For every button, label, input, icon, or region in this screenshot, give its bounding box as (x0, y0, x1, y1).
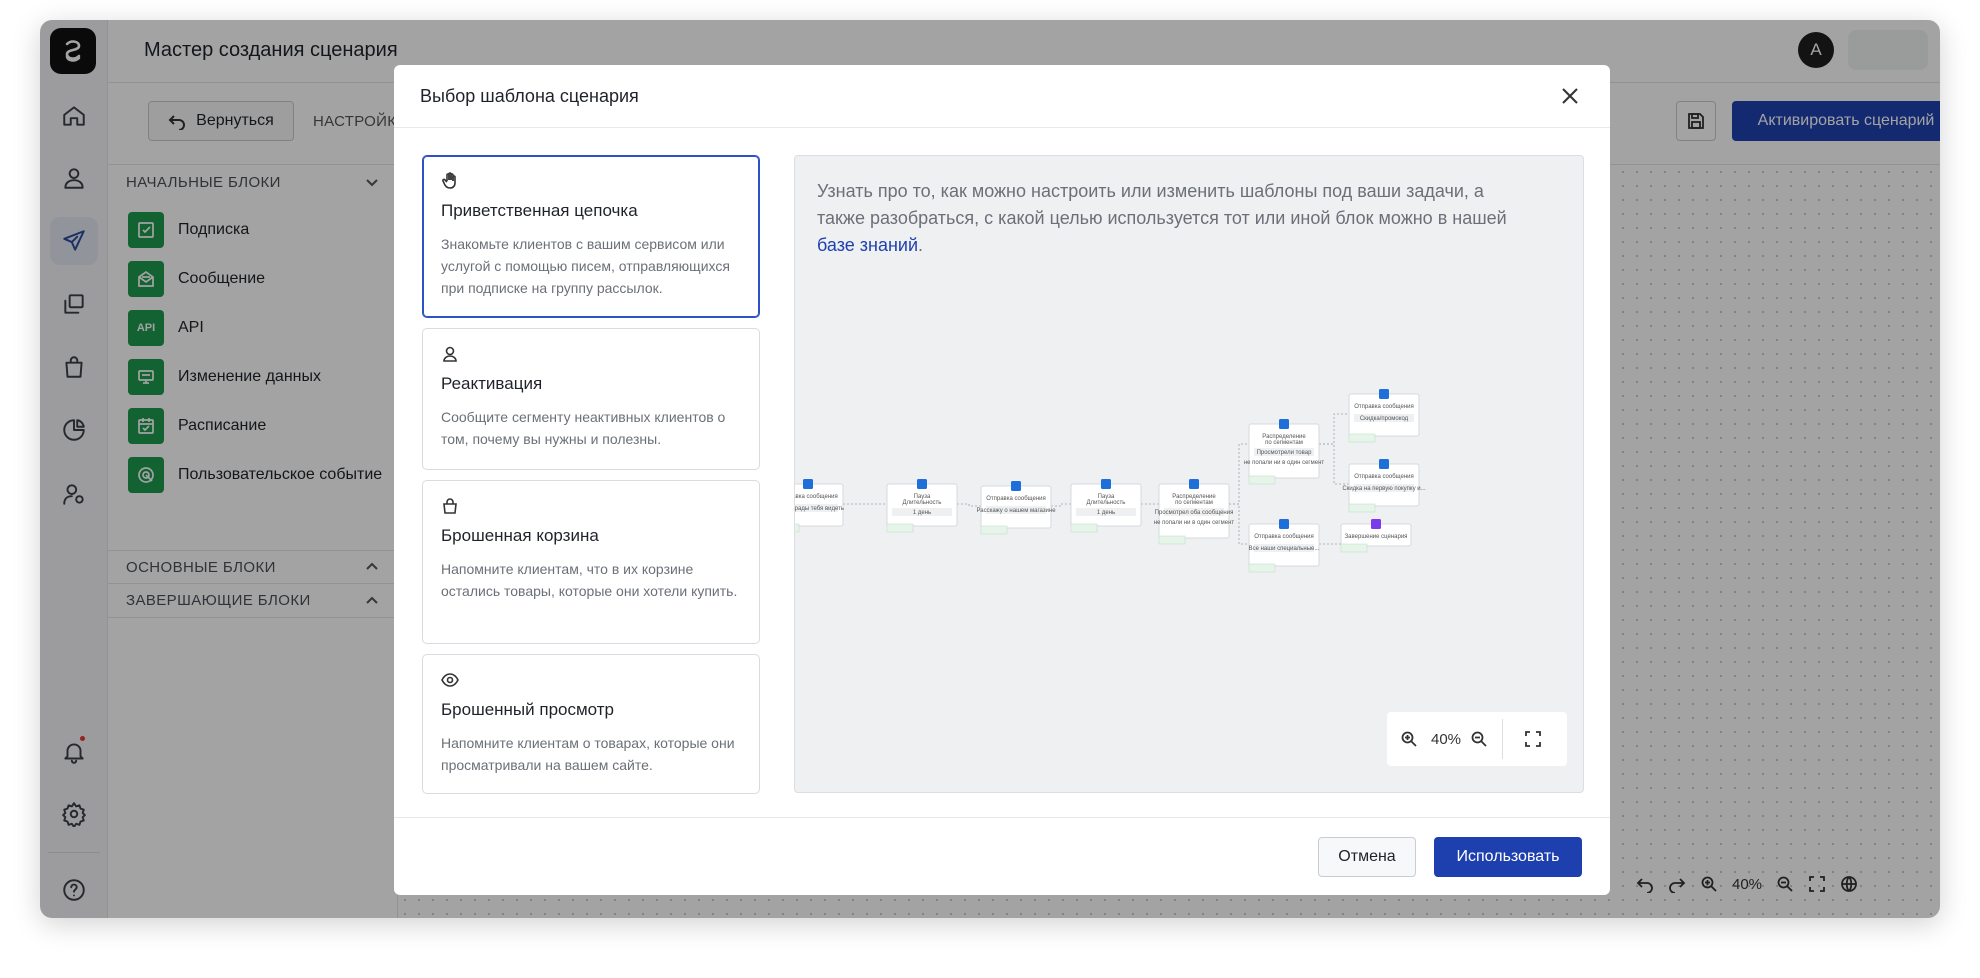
flow-node-icon (1279, 519, 1289, 529)
flow-node-subtitle: Длительность (903, 500, 942, 506)
flow-node-extra: не попали ни в один сегмент (1154, 520, 1235, 526)
dialog-header: Выбор шаблона сценария (394, 65, 1610, 128)
flow-node-icon (917, 479, 927, 489)
template-picker-dialog: Выбор шаблона сценария Приветственная це… (394, 65, 1610, 895)
flow-node-body: Скидка на первую покупку и... (1342, 486, 1426, 492)
flow-node: Отправка сообщения Скидка на первую покуп… (1342, 459, 1426, 513)
flow-link (1051, 503, 1071, 507)
flow-node-icon (1189, 479, 1199, 489)
flow-node-icon (1101, 479, 1111, 489)
flow-node: Распределениепо сегментамПросмотрели тов… (1244, 419, 1325, 485)
template-title: Приветственная цепочка (441, 201, 638, 220)
flow-node-body: Просмотрел оба сообщения (1155, 510, 1234, 516)
bag-icon (443, 498, 457, 514)
flow-node: Распределениепо сегментамПросмотрел оба … (1154, 479, 1235, 545)
cancel-button[interactable]: Отмена (1318, 837, 1416, 877)
dialog-title: Выбор шаблона сценария (420, 86, 639, 106)
flow-node-title: Отправка сообщения (1354, 474, 1414, 480)
flow-node-title: Отправка сообщения (986, 496, 1046, 502)
dialog-footer: Отмена Использовать (394, 817, 1610, 895)
flow-link (1229, 443, 1249, 505)
hand-icon (442, 172, 456, 189)
flow-node-body: Просмотрели товар (1257, 450, 1313, 456)
flow-node-icon (1011, 481, 1021, 491)
scenario-flow-preview: Отправка сообщения Привет, рады тебя виде… (795, 389, 1426, 573)
flow-node-body: Скидка/промокод (1360, 416, 1409, 422)
template-card-welcome[interactable]: Приветственная цепочка Знакомьте клиенто… (422, 155, 760, 318)
template-title: Реактивация (441, 374, 543, 393)
flow-node: ПаузаДлительность1 день (1070, 479, 1142, 533)
flow-node-counter (980, 525, 1008, 535)
flow-node-counter (1348, 433, 1376, 443)
flow-node-body: Привет, рады тебя видеть (795, 506, 844, 512)
template-card-abandoned-view[interactable]: Брошенный просмотр Напомните клиентам о … (422, 654, 760, 794)
template-description: Напомните клиентам о товарах, которые он… (441, 735, 735, 773)
flow-node-counter (1348, 503, 1376, 513)
use-template-button[interactable]: Использовать (1434, 837, 1582, 877)
template-description: Знакомьте клиентов с вашим сервисом или … (441, 236, 730, 296)
flow-node: Отправка сообщения Скидка/промокод (1348, 389, 1420, 443)
flow-node-icon (1379, 389, 1389, 399)
flow-node-icon (1371, 519, 1381, 529)
template-title: Брошенный просмотр (441, 700, 614, 719)
flow-node-counter (1248, 563, 1276, 573)
flow-node: Отправка сообщения Расскажу о нашем магаз… (976, 481, 1056, 535)
template-description: Напомните клиентам, что в их корзине ост… (441, 561, 738, 599)
flow-node-subtitle: Длительность (1087, 500, 1126, 506)
flow-node-icon (1379, 459, 1389, 469)
flow-link (1319, 413, 1349, 445)
flow-node: Отправка сообщения Все наши специальные..… (1248, 519, 1320, 573)
flow-node-extra: не попали ни в один сегмент (1244, 460, 1325, 466)
template-title: Брошенная корзина (441, 526, 599, 545)
flow-node-body: 1 день (913, 510, 931, 516)
flow-node-title: Завершение сценария (1345, 534, 1408, 540)
flow-node-icon (1279, 419, 1289, 429)
template-description: Сообщите сегменту неактивных клиентов о … (441, 409, 726, 447)
flow-node-title: Отправка сообщения (1354, 404, 1414, 410)
preview-zoom-in-icon[interactable] (1387, 730, 1431, 748)
flow-node-counter (795, 523, 800, 533)
flow-link (957, 503, 981, 507)
flow-node-body: Расскажу о нашем магазине (976, 508, 1056, 514)
flow-node-body: 1 день (1097, 510, 1115, 516)
preview-zoom-value: 40% (1431, 730, 1462, 748)
flow-node-title: Отправка сообщения (1254, 534, 1314, 540)
flow-node: ПаузаДлительность1 день (886, 479, 958, 533)
template-preview: Узнать про то, как можно настроить или и… (794, 155, 1584, 793)
preview-fullscreen-icon[interactable] (1503, 730, 1563, 748)
preview-zoom-out-icon[interactable] (1455, 719, 1503, 759)
flow-node: Отправка сообщения Привет, рады тебя виде… (795, 479, 844, 533)
user-icon (443, 346, 457, 362)
flow-node-counter (1248, 475, 1276, 485)
flow-node-counter (886, 523, 914, 533)
flow-node-icon (803, 479, 813, 489)
flow-node: Завершение сценария (1340, 519, 1412, 553)
eye-icon (441, 673, 459, 687)
app-window: Мастер создания сценария A Вернуться НАС… (40, 20, 1940, 918)
flow-node-title: Отправка сообщения (795, 494, 838, 500)
preview-zoom-controls: 40% (1387, 712, 1567, 766)
template-card-abandoned-cart[interactable]: Брошенная корзина Напомните клиентам, чт… (422, 480, 760, 644)
flow-node-counter (1158, 535, 1186, 545)
flow-node-subtitle: по сегментам (1175, 500, 1213, 506)
template-card-reactivation[interactable]: Реактивация Сообщите сегменту неактивных… (422, 328, 760, 470)
close-button[interactable] (1557, 83, 1583, 109)
flow-node-body: Все наши специальные... (1249, 546, 1320, 552)
flow-node-subtitle: по сегментам (1265, 440, 1303, 446)
close-icon (1562, 88, 1578, 104)
flow-node-counter (1070, 523, 1098, 533)
flow-node-counter (1340, 543, 1368, 553)
